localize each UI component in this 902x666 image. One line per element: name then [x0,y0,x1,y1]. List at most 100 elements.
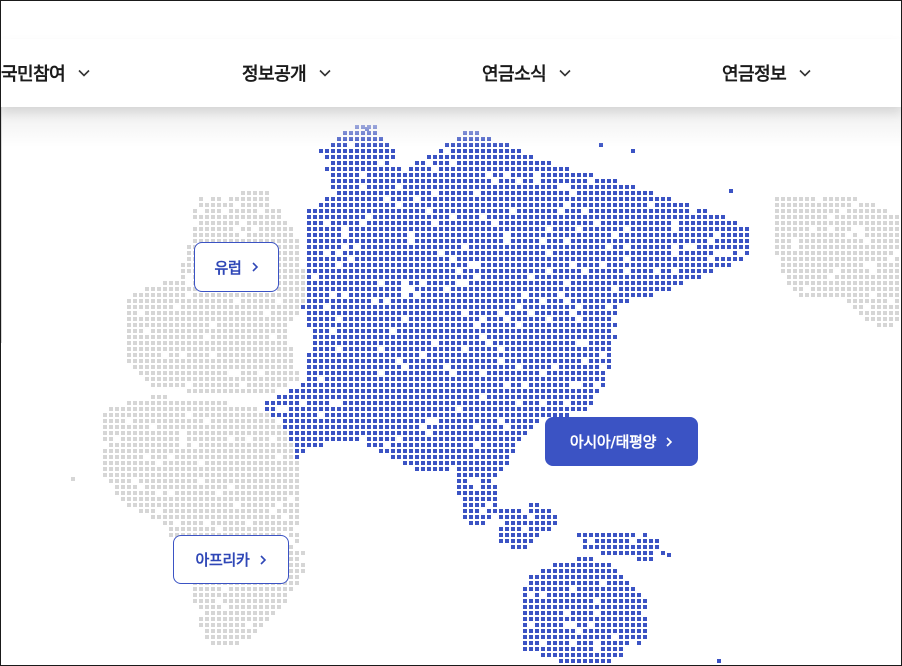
map-dot [571,299,575,303]
map-dot [589,227,593,231]
map-dot [217,233,221,237]
map-dot [409,359,413,363]
map-dot [637,605,641,609]
map-dot [223,329,227,333]
map-dot [163,521,167,525]
map-dot [325,425,329,429]
map-dot [865,317,869,321]
map-dot [655,239,659,243]
map-dot [883,245,887,249]
map-dot [385,275,389,279]
map-dot [367,413,371,417]
map-dot [205,431,209,435]
map-dot [847,221,851,225]
map-dot [799,287,803,291]
map-dot [451,173,455,177]
map-dot [637,275,641,279]
map-dot [625,533,629,537]
map-dot [487,371,491,375]
map-dot [547,575,551,579]
map-dot [259,227,263,231]
map-dot [229,443,233,447]
map-dot [187,521,191,525]
map-dot [253,293,257,297]
map-dot [823,209,827,213]
map-dot [493,227,497,231]
map-dot [211,641,215,645]
map-dot [433,305,437,309]
map-dot [589,401,593,405]
map-dot [217,227,221,231]
map-dot [301,551,305,555]
map-dot [541,617,545,621]
map-dot [409,371,413,375]
map-dot [181,347,185,351]
map-dot [229,425,233,429]
map-dot [205,527,209,531]
map-dot [403,221,407,225]
map-dot [523,419,527,423]
map-dot [211,431,215,435]
map-dot [601,203,605,207]
map-dot [481,377,485,381]
map-dot [595,545,599,549]
map-dot [385,191,389,195]
map-dot [445,293,449,297]
map-dot [541,413,545,417]
map-dot [391,179,395,183]
map-dot [511,335,515,339]
map-dot [523,299,527,303]
map-dot [889,305,893,309]
map-dot [847,203,851,207]
map-dot [301,281,305,285]
map-dot [331,245,335,249]
map-dot [481,185,485,189]
map-dot [421,209,425,213]
map-dot [613,227,617,231]
map-dot [499,509,503,513]
map-dot [325,347,329,351]
map-dot [391,227,395,231]
map-dot [565,173,569,177]
map-dot [235,449,239,453]
map-dot [853,299,857,303]
map-dot [163,365,167,369]
map-dot [277,401,281,405]
map-dot [247,293,251,297]
map-dot [481,287,485,291]
map-dot [841,293,845,297]
map-dot [607,353,611,357]
map-dot [619,239,623,243]
map-dot [553,215,557,219]
map-dot [511,365,515,369]
map-dot [475,335,479,339]
map-dot [133,461,137,465]
map-dot [253,503,257,507]
map-dot [463,203,467,207]
map-dot [427,371,431,375]
map-dot [379,431,383,435]
map-dot [871,311,875,315]
map-dot [571,347,575,351]
map-dot [373,197,377,201]
map-dot [385,281,389,285]
map-dot [457,221,461,225]
map-dot [235,353,239,357]
map-dot [163,479,167,483]
map-dot [475,359,479,363]
map-dot [337,245,341,249]
map-dot [451,425,455,429]
map-dot [175,509,179,513]
map-dot [583,215,587,219]
map-dot [391,191,395,195]
map-dot [181,521,185,525]
map-dot [337,431,341,435]
map-dot [697,251,701,255]
map-dot [175,455,179,459]
map-dot [487,425,491,429]
map-dot [775,239,779,243]
map-dot [331,263,335,267]
map-dot [583,179,587,183]
map-dot [283,527,287,531]
map-dot [409,347,413,351]
